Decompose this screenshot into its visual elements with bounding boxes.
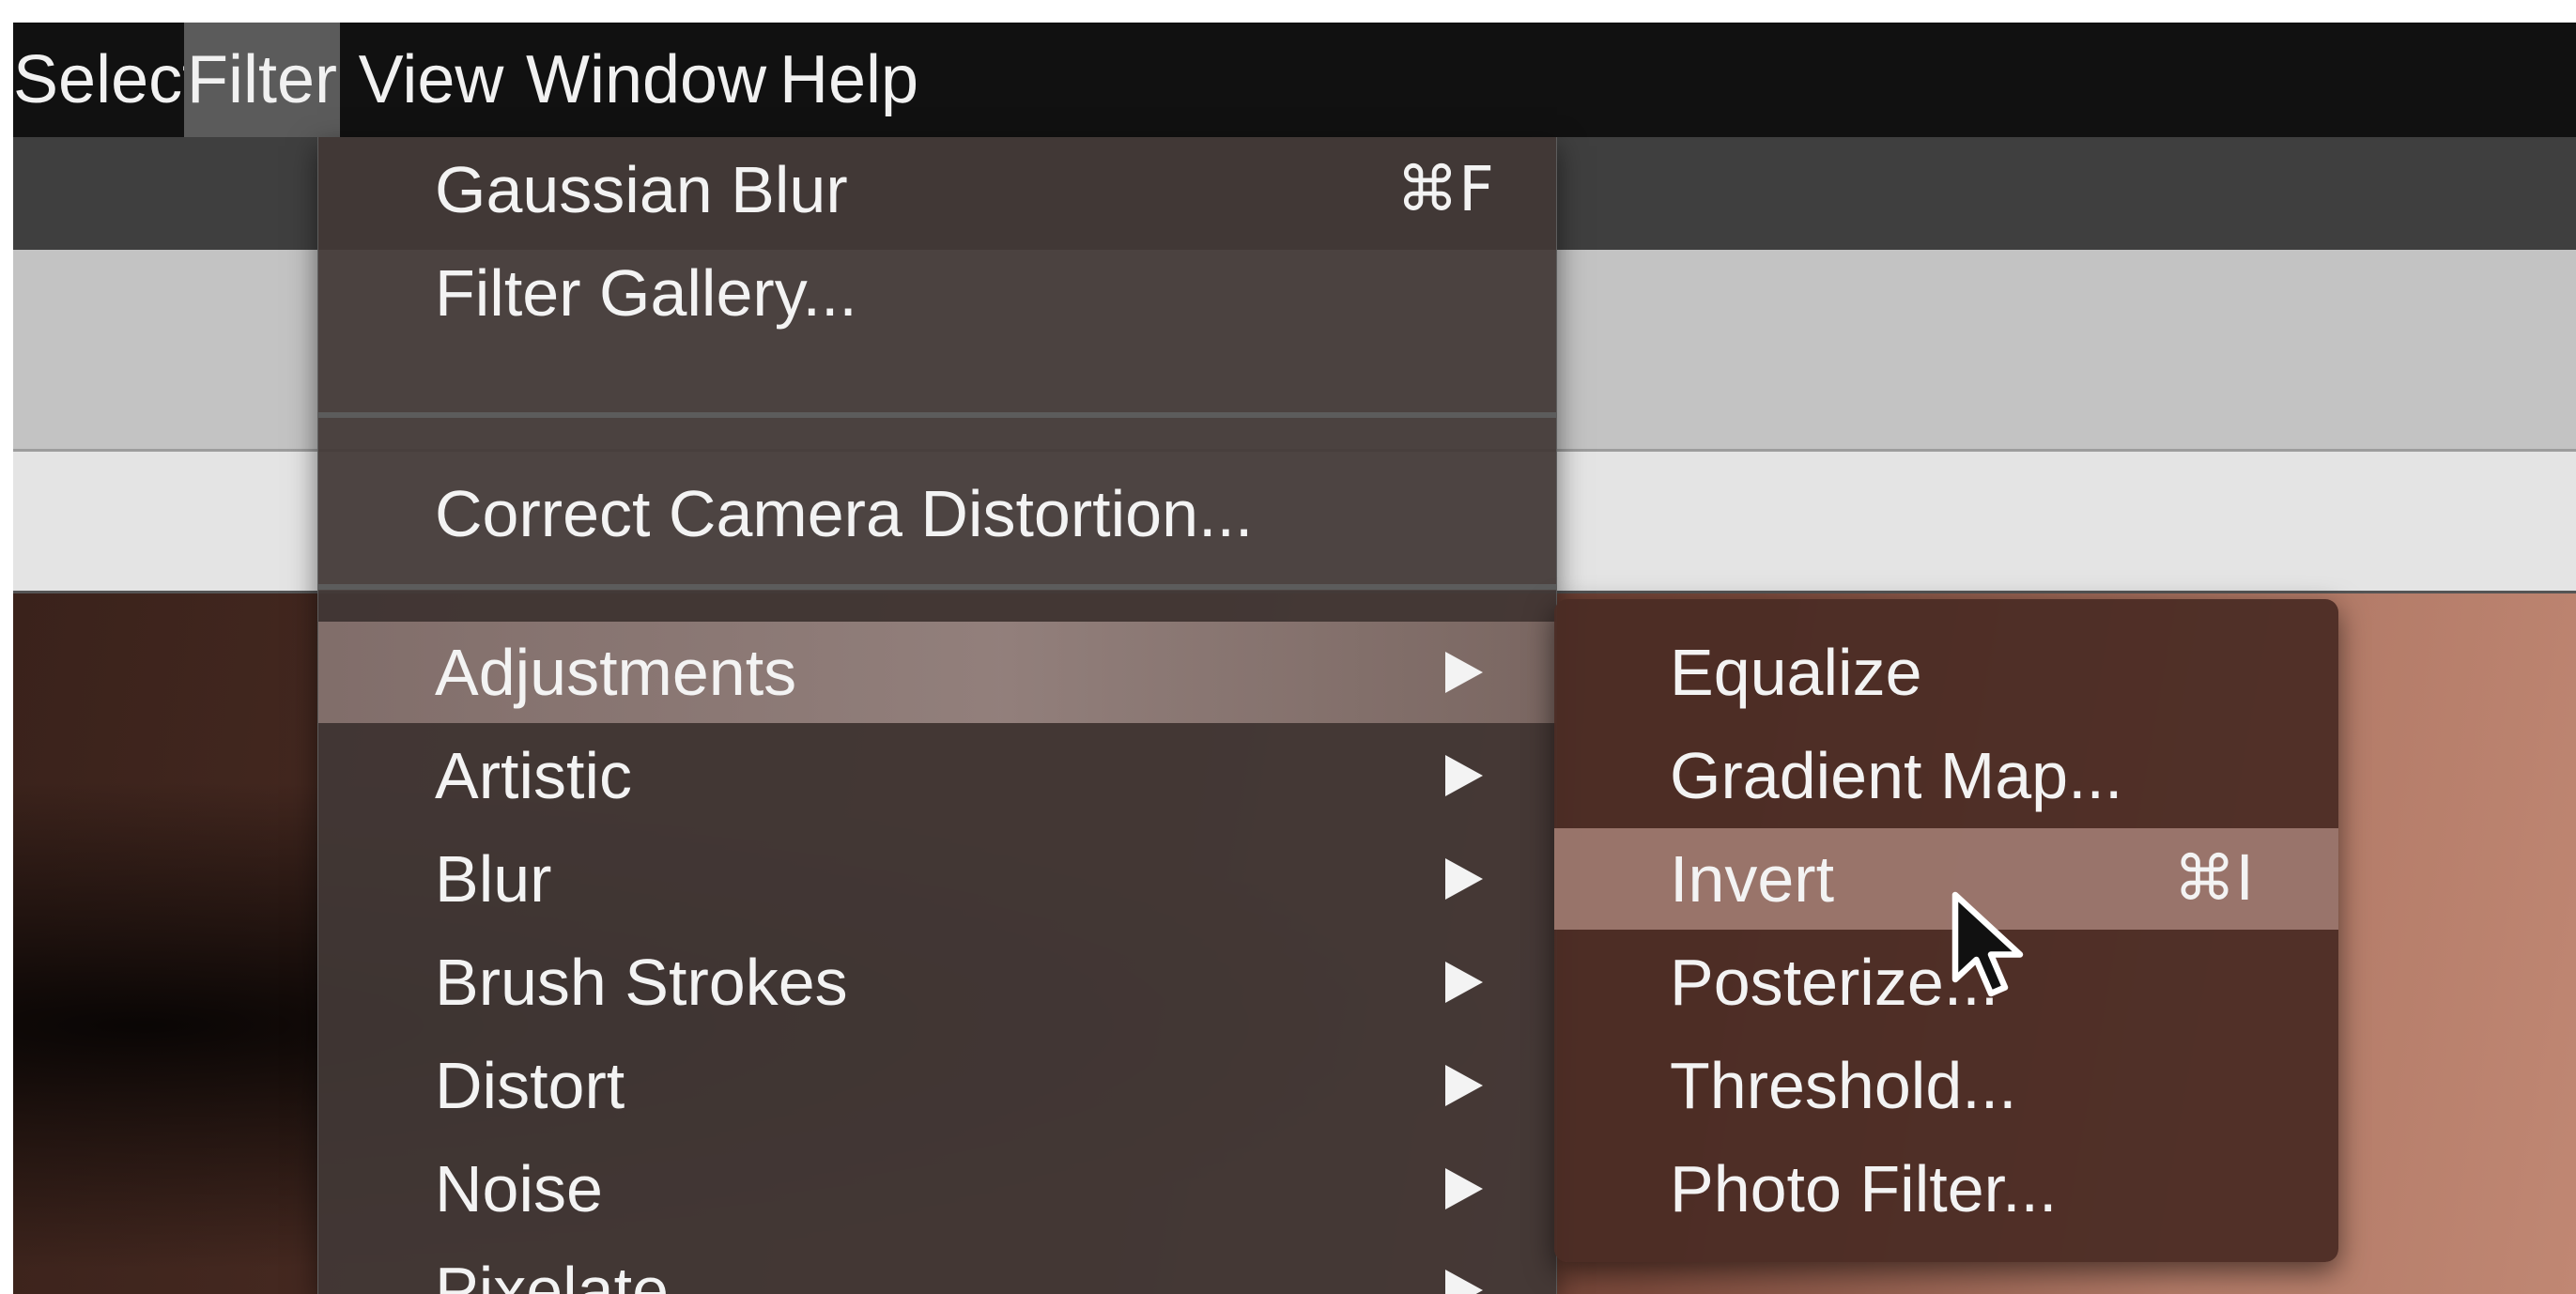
submenu-item-threshold[interactable]: Threshold... <box>1554 1035 2338 1136</box>
submenu-item-label: Posterize... <box>1670 946 1999 1019</box>
submenu-item-label: Photo Filter... <box>1670 1152 2058 1225</box>
menu-item-noise[interactable]: Noise <box>318 1138 1556 1240</box>
menu-filter[interactable]: Filter <box>184 23 340 137</box>
menu-item-label: Brush Strokes <box>435 946 848 1019</box>
adjustments-submenu: Equalize Gradient Map... Invert ⌘I Poste… <box>1554 599 2338 1262</box>
menu-item-label: Artistic <box>435 739 632 812</box>
app-window: Select Filter View Window Help Gaussian … <box>13 23 2576 1294</box>
menu-item-correct-camera-distortion[interactable]: Correct Camera Distortion... <box>318 463 1556 564</box>
menu-item-brush-strokes[interactable]: Brush Strokes <box>318 932 1556 1033</box>
triangle-right-icon <box>1445 755 1483 796</box>
submenu-item-equalize[interactable]: Equalize <box>1554 622 2338 723</box>
triangle-right-icon <box>1445 962 1483 1003</box>
submenu-item-label: Invert <box>1670 842 1835 916</box>
menu-item-distort[interactable]: Distort <box>318 1035 1556 1136</box>
menu-item-label: Distort <box>435 1049 625 1122</box>
menu-bar: Select Filter View Window Help <box>13 23 2576 138</box>
menu-item-gaussian-blur[interactable]: Gaussian Blur ⌘F <box>318 139 1556 240</box>
mouse-pointer-icon <box>1951 891 2024 997</box>
menu-item-filter-gallery[interactable]: Filter Gallery... <box>318 242 1556 344</box>
triangle-right-icon <box>1445 1270 1483 1294</box>
menu-item-label: Pixelate <box>435 1254 670 1294</box>
triangle-right-icon <box>1445 652 1483 693</box>
menu-item-label: Blur <box>435 842 552 916</box>
menu-item-artistic[interactable]: Artistic <box>318 725 1556 826</box>
menu-item-shortcut: ⌘F <box>1396 153 1494 225</box>
menu-view[interactable]: View <box>351 23 511 137</box>
menu-window[interactable]: Window <box>526 23 766 137</box>
menu-item-pixelate[interactable]: Pixelate <box>318 1240 1556 1294</box>
menu-select[interactable]: Select <box>13 23 201 137</box>
menu-separator <box>318 412 1556 418</box>
triangle-right-icon <box>1445 1065 1483 1106</box>
menu-item-label: Filter Gallery... <box>435 256 857 330</box>
submenu-item-shortcut: ⌘I <box>2173 842 2254 915</box>
filter-menu: Gaussian Blur ⌘F Filter Gallery... Corre… <box>317 137 1557 1294</box>
submenu-item-label: Gradient Map... <box>1670 739 2123 812</box>
submenu-item-posterize[interactable]: Posterize... <box>1554 932 2338 1033</box>
menu-separator <box>318 584 1556 590</box>
menu-item-adjustments[interactable]: Adjustments <box>318 622 1556 723</box>
submenu-item-label: Equalize <box>1670 636 1922 709</box>
submenu-item-label: Threshold... <box>1670 1049 2017 1122</box>
submenu-item-gradient-map[interactable]: Gradient Map... <box>1554 725 2338 826</box>
submenu-item-photo-filter[interactable]: Photo Filter... <box>1554 1138 2338 1240</box>
menu-item-label: Adjustments <box>435 636 797 709</box>
triangle-right-icon <box>1445 858 1483 900</box>
menu-item-label: Noise <box>435 1152 603 1225</box>
menu-help[interactable]: Help <box>774 23 924 137</box>
submenu-item-invert[interactable]: Invert ⌘I <box>1554 828 2338 930</box>
menu-item-blur[interactable]: Blur <box>318 828 1556 930</box>
menu-item-label: Correct Camera Distortion... <box>435 477 1254 550</box>
triangle-right-icon <box>1445 1168 1483 1209</box>
menu-item-label: Gaussian Blur <box>435 153 848 226</box>
